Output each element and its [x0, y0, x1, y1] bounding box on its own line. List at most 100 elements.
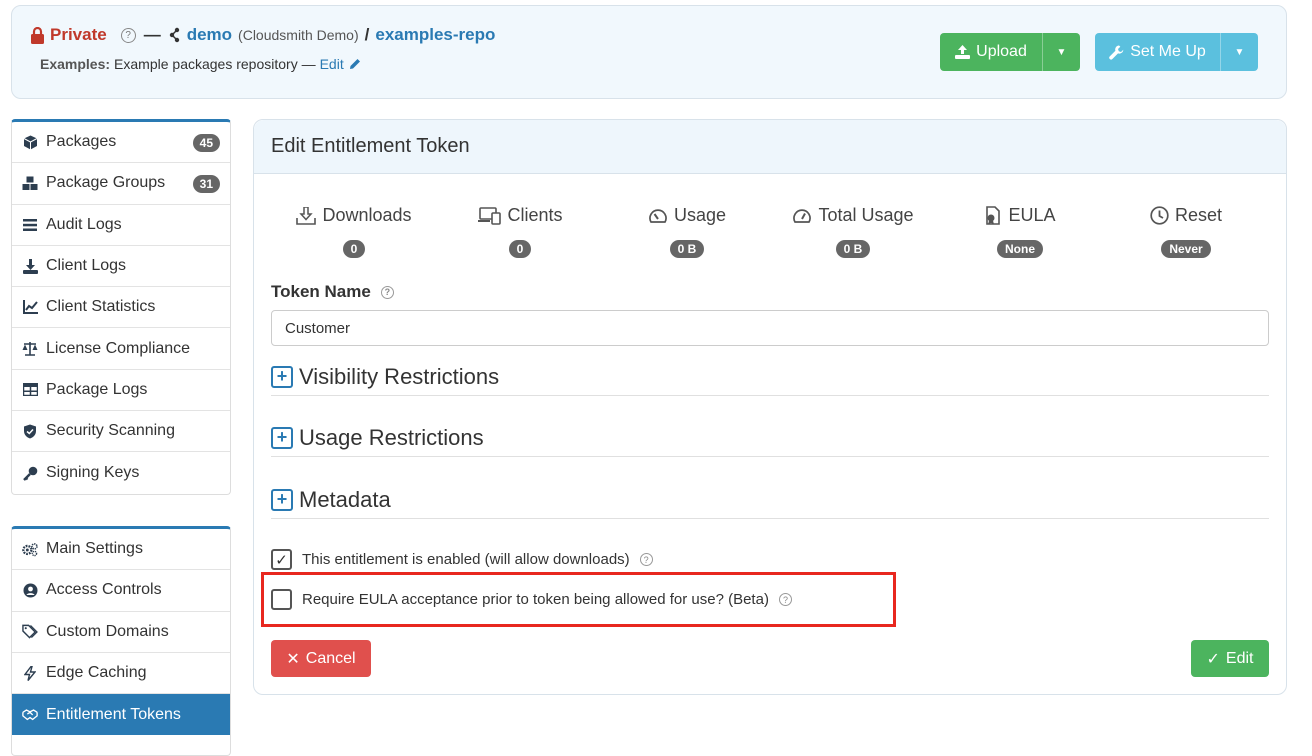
stat-label: Usage — [673, 205, 727, 225]
handshake-icon — [22, 707, 38, 723]
description-text: Example packages repository — — [114, 56, 316, 72]
stat-total-usage: Total Usage 0 B — [773, 205, 933, 258]
sidebar-settings-nav: Main Settings Access Controls Custom Dom… — [11, 526, 231, 756]
sidebar-item-custom-domains[interactable]: Custom Domains — [12, 612, 230, 653]
upload-button-main[interactable]: Upload — [940, 33, 1042, 71]
enabled-checkbox[interactable]: ✓ — [271, 549, 292, 570]
eula-checkbox[interactable] — [271, 589, 292, 610]
enabled-checkbox-row: ✓ This entitlement is enabled (will allo… — [271, 549, 653, 570]
visibility-restrictions-section[interactable]: + Visibility Restrictions — [271, 358, 1269, 396]
sidebar-item-label: Client Statistics — [46, 298, 156, 316]
sidebar-item-packages[interactable]: Packages 45 — [12, 122, 230, 164]
sidebar-item-access-controls[interactable]: Access Controls — [12, 570, 230, 612]
pencil-icon[interactable] — [348, 57, 362, 71]
org-icon — [169, 27, 179, 43]
wrench-icon — [1109, 45, 1124, 60]
stat-reset: Reset Never — [1106, 205, 1266, 258]
cancel-button[interactable]: ✕ Cancel — [271, 640, 371, 677]
edit-description-link[interactable]: Edit — [320, 56, 344, 72]
sidebar-item-label: Audit Logs — [46, 215, 122, 233]
upload-dropdown-toggle[interactable]: ▼ — [1042, 33, 1080, 71]
stat-label-row: Clients — [440, 205, 600, 226]
sidebar-item-label: Security Scanning — [46, 422, 175, 440]
set-me-up-button[interactable]: Set Me Up ▼ — [1095, 33, 1258, 71]
sidebar-item-license-compliance[interactable]: License Compliance — [12, 328, 230, 370]
stat-downloads: Downloads 0 — [274, 205, 434, 258]
set-me-up-button-main[interactable]: Set Me Up — [1095, 33, 1220, 71]
usage-restrictions-section[interactable]: + Usage Restrictions — [271, 419, 1269, 457]
key-icon — [22, 465, 38, 481]
bolt-icon — [22, 665, 38, 681]
stat-clients: Clients 0 — [440, 205, 600, 258]
stat-label: Reset — [1174, 205, 1223, 225]
expand-plus-icon[interactable]: + — [271, 426, 293, 449]
stat-badge: None — [997, 240, 1043, 258]
repo-link[interactable]: examples-repo — [375, 25, 495, 45]
eula-checkbox-label[interactable]: Require EULA acceptance prior to token b… — [302, 591, 769, 608]
stat-label-row: Downloads — [274, 205, 434, 226]
sidebar-item-security-scanning[interactable]: Security Scanning — [12, 411, 230, 453]
caret-down-icon: ▼ — [1234, 46, 1245, 58]
user-icon — [22, 582, 38, 598]
clock-icon — [1150, 206, 1169, 225]
cancel-label: Cancel — [305, 649, 356, 667]
stat-label: EULA — [1008, 205, 1056, 225]
help-icon[interactable]: ? — [120, 27, 136, 43]
sidebar-item-package-logs[interactable]: Package Logs — [12, 370, 230, 412]
caret-down-icon: ▼ — [1056, 46, 1067, 58]
section-title: Metadata — [299, 486, 391, 512]
stat-label-row: EULA — [940, 205, 1100, 226]
sidebar-item-client-statistics[interactable]: Client Statistics — [12, 287, 230, 329]
sidebar-item-main-settings[interactable]: Main Settings — [12, 529, 230, 571]
edit-submit-button[interactable]: ✓ Edit — [1191, 640, 1269, 677]
upload-icon — [955, 45, 971, 59]
close-icon: ✕ — [286, 650, 300, 668]
set-me-up-dropdown-toggle[interactable]: ▼ — [1220, 33, 1258, 71]
metadata-section[interactable]: + Metadata — [271, 481, 1269, 519]
edit-label: Edit — [1225, 649, 1254, 667]
sidebar-item-edge-caching[interactable]: Edge Caching — [12, 653, 230, 695]
help-icon[interactable]: ? — [380, 285, 394, 299]
upload-button[interactable]: Upload ▼ — [940, 33, 1080, 71]
visibility-label: Private — [50, 25, 107, 44]
token-name-label-row: Token Name ? — [271, 282, 394, 302]
sidebar-item-package-groups[interactable]: Package Groups 31 — [12, 163, 230, 205]
sidebar-item-entitlement-tokens[interactable]: Entitlement Tokens — [12, 694, 230, 736]
sidebar-item-label: Main Settings — [46, 540, 143, 558]
help-icon[interactable]: ? — [639, 553, 653, 566]
section-title: Visibility Restrictions — [299, 363, 500, 389]
count-badge: 45 — [192, 134, 220, 152]
title-separator: / — [364, 25, 370, 44]
tags-icon — [22, 624, 38, 640]
lock-icon — [31, 26, 44, 44]
sidebar-item-label: Custom Domains — [46, 622, 169, 640]
stat-badge: Never — [1161, 240, 1211, 258]
sidebar-packages-nav: Packages 45 Package Groups 31 Audit Logs… — [11, 119, 231, 495]
expand-plus-icon[interactable]: + — [271, 365, 293, 388]
devices-icon — [478, 206, 502, 225]
stat-eula: EULA None — [940, 205, 1100, 258]
help-icon[interactable]: ? — [778, 593, 792, 606]
set-me-up-label: Set Me Up — [1130, 43, 1206, 60]
owner-link[interactable]: demo — [187, 25, 232, 45]
stat-badge: 0 B — [835, 240, 871, 258]
enabled-checkbox-label[interactable]: This entitlement is enabled (will allow … — [302, 551, 630, 568]
sidebar-item-audit-logs[interactable]: Audit Logs — [12, 205, 230, 246]
download-icon — [22, 258, 38, 274]
sidebar-item-signing-keys[interactable]: Signing Keys — [12, 452, 230, 493]
sidebar-item-client-logs[interactable]: Client Logs — [12, 246, 230, 288]
stat-badge: 0 — [342, 240, 366, 258]
stat-badge: 0 — [508, 240, 532, 258]
shield-icon — [22, 423, 38, 439]
token-name-input[interactable] — [271, 310, 1269, 346]
sidebar-item-label: Access Controls — [46, 581, 162, 599]
stat-badge: 0 B — [669, 240, 705, 258]
sidebar-item-label: Edge Caching — [46, 664, 147, 682]
check-icon: ✓ — [1206, 650, 1220, 668]
sidebar-item-label: Entitlement Tokens — [46, 705, 181, 723]
chart-icon — [22, 299, 38, 315]
gauge-icon — [649, 208, 667, 223]
boxes-icon — [22, 175, 38, 191]
expand-plus-icon[interactable]: + — [271, 488, 293, 511]
stat-label-row: Total Usage — [773, 205, 933, 226]
